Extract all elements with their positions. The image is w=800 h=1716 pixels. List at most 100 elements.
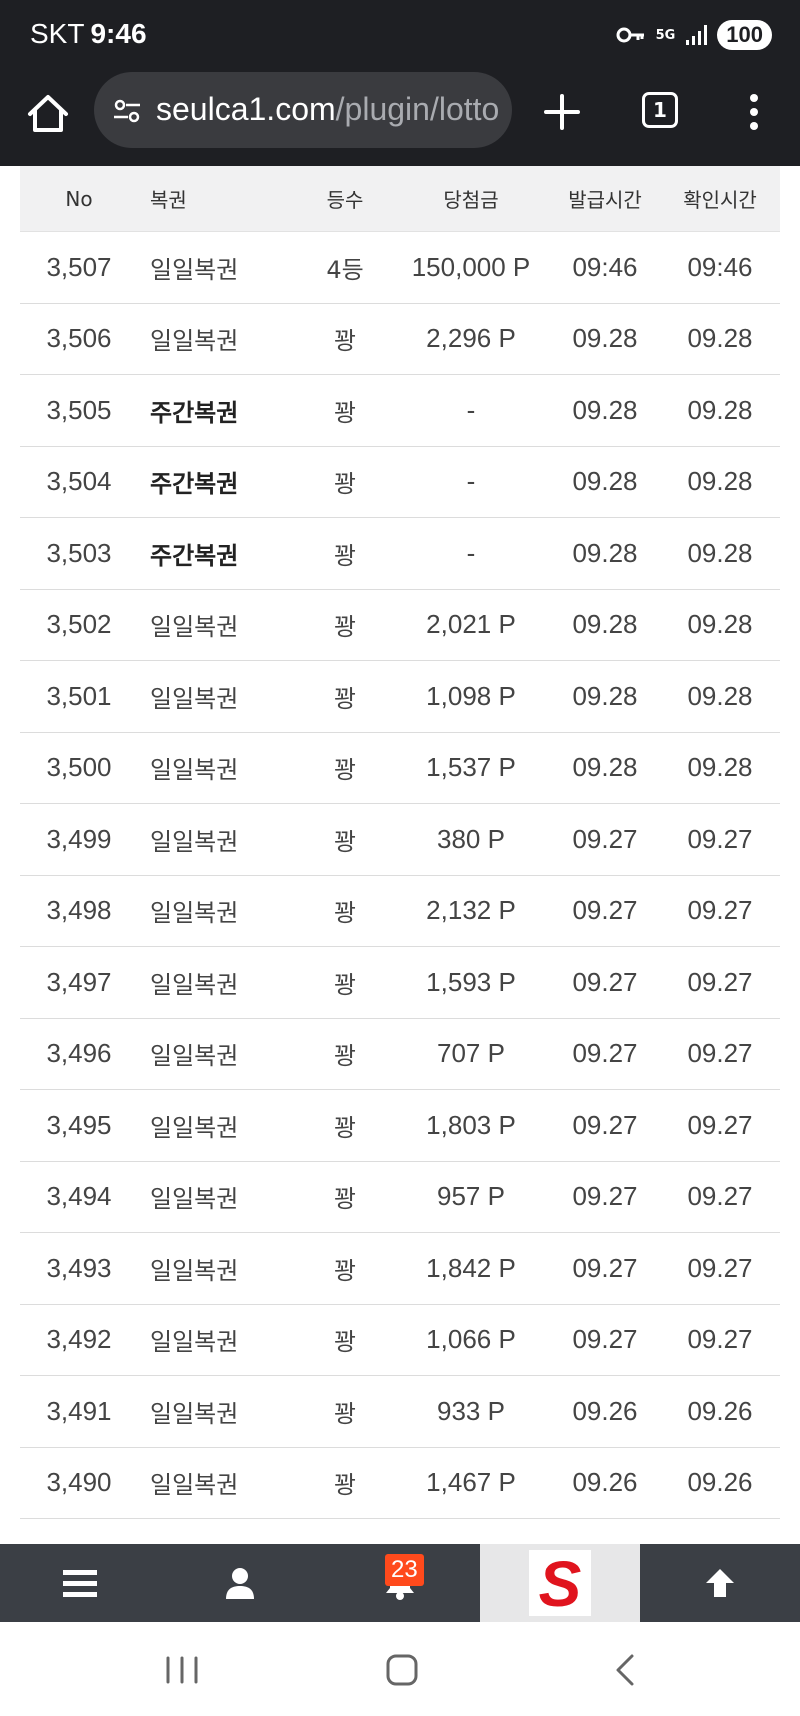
cell-type: 일일복권 — [150, 1328, 239, 1357]
cell-type: 일일복권 — [150, 1399, 239, 1428]
profile-button[interactable] — [160, 1544, 320, 1622]
carrier-label: SKT — [30, 18, 85, 49]
notification-count-badge: 23 — [385, 1554, 424, 1586]
table-row[interactable]: 3,493 일일복권 꽝 1,842 P 09.27 09.27 — [20, 1233, 780, 1305]
scroll-top-button[interactable] — [640, 1544, 800, 1622]
home-button[interactable] — [24, 90, 72, 138]
cell-no: 3,507 — [46, 251, 112, 282]
cell-type: 일일복권 — [150, 1113, 239, 1142]
network-label: 5G — [655, 27, 676, 43]
table-row[interactable]: 3,502 일일복권 꽝 2,021 P 09.28 09.28 — [20, 590, 780, 661]
cell-prize: 2,132 P — [426, 895, 516, 926]
header-issue-time: 발급시간 — [568, 188, 642, 212]
cell-type: 주간복권 — [150, 398, 239, 427]
table-row[interactable]: 3,503 주간복권 꽝 - 09.28 09.28 — [20, 518, 780, 590]
cell-issue-time: 09.28 — [572, 537, 638, 568]
cell-rank: 꽝 — [333, 684, 357, 713]
new-tab-button[interactable] — [538, 88, 586, 136]
cell-check-time: 09.26 — [687, 1467, 753, 1498]
cell-no: 3,492 — [46, 1324, 112, 1355]
table-row[interactable]: 3,492 일일복권 꽝 1,066 P 09.27 09.27 — [20, 1305, 780, 1376]
cell-rank: 꽝 — [333, 1328, 357, 1357]
cell-no: 3,493 — [46, 1252, 112, 1283]
back-nav-button[interactable] — [602, 1648, 650, 1692]
table-row[interactable]: 3,496 일일복권 꽝 707 P 09.27 09.27 — [20, 1019, 780, 1090]
cell-no: 3,505 — [46, 394, 112, 425]
cell-issue-time: 09.27 — [572, 1252, 638, 1283]
site-settings-icon[interactable] — [112, 96, 142, 126]
table-row[interactable]: 3,497 일일복권 꽝 1,593 P 09.27 09.27 — [20, 947, 780, 1019]
cell-check-time: 09.27 — [687, 966, 753, 997]
home-nav-button[interactable] — [378, 1648, 426, 1692]
table-row[interactable]: 3,506 일일복권 꽝 2,296 P 09.28 09.28 — [20, 304, 780, 375]
clock: 9:46 — [90, 18, 147, 49]
table-body: 3,507 일일복권 4등 150,000 P 09:46 09:46 3,506 일일복권 꽝… — [20, 232, 780, 1544]
address-bar[interactable]: seulca1.com/plugin/lotto — [94, 72, 512, 148]
browser-menu-button[interactable] — [744, 88, 764, 136]
cell-check-time: 09.28 — [687, 466, 753, 497]
table-row[interactable]: 3,489일일복권꽝491 P09.2609.26 — [20, 1519, 780, 1544]
cell-check-time: 09.28 — [687, 752, 753, 783]
cell-prize: 707 P — [437, 1038, 505, 1069]
cell-rank: 꽝 — [333, 398, 357, 427]
cell-check-time: 09.27 — [687, 1109, 753, 1140]
cell-no: 3,497 — [46, 966, 112, 997]
cell-issue-time: 09.28 — [572, 609, 638, 640]
cell-prize: 1,842 P — [426, 1252, 516, 1283]
table-row[interactable]: 3,504 주간복권 꽝 - 09.28 09.28 — [20, 447, 780, 518]
cell-no: 3,491 — [46, 1395, 112, 1426]
cell-no: 3,501 — [46, 680, 112, 711]
cell-issue-time: 09.27 — [572, 1109, 638, 1140]
cell-type: 일일복권 — [150, 255, 239, 284]
site-logo-button[interactable]: S — [480, 1544, 640, 1622]
network-5g-icon: 5G — [656, 29, 676, 42]
cell-rank: 꽝 — [333, 1185, 357, 1214]
menu-button[interactable] — [0, 1544, 160, 1622]
cell-issue-time: 09.28 — [572, 752, 638, 783]
cell-rank: 꽝 — [333, 756, 357, 785]
cell-check-time: 09.28 — [687, 609, 753, 640]
user-icon — [226, 1568, 254, 1599]
arrow-up-icon — [706, 1569, 734, 1597]
cell-prize: 1,467 P — [426, 1467, 516, 1498]
table-row[interactable]: 3,494 일일복권 꽝 957 P 09.27 09.27 — [20, 1162, 780, 1233]
table-row[interactable]: 3,501 일일복권 꽝 1,098 P 09.28 09.28 — [20, 661, 780, 733]
cell-issue-time: 09:46 — [572, 251, 638, 282]
cell-issue-time: 09.26 — [572, 1467, 638, 1498]
recent-apps-button[interactable] — [158, 1648, 206, 1692]
cell-prize: 1,537 P — [426, 752, 516, 783]
cell-type: 일일복권 — [150, 684, 239, 713]
table-row[interactable]: 3,505 주간복권 꽝 - 09.28 09.28 — [20, 375, 780, 447]
cell-type: 일일복권 — [150, 827, 239, 856]
cell-no: 3,495 — [46, 1109, 112, 1140]
table-row[interactable]: 3,495 일일복권 꽝 1,803 P 09.27 09.27 — [20, 1090, 780, 1162]
cell-type: 일일복권 — [150, 970, 239, 999]
cell-issue-time: 09.27 — [572, 1038, 638, 1069]
cell-prize: 380 P — [437, 823, 505, 854]
cell-type: 주간복권 — [150, 470, 239, 499]
table-row[interactable]: 3,507 일일복권 4등 150,000 P 09:46 09:46 — [20, 232, 780, 304]
cell-prize: 1,098 P — [426, 680, 516, 711]
cell-no: 3,494 — [46, 1181, 112, 1212]
cell-check-time: 09.26 — [687, 1395, 753, 1426]
table-row[interactable]: 3,500 일일복권 꽝 1,537 P 09.28 09.28 — [20, 733, 780, 804]
cell-issue-time: 09.28 — [572, 466, 638, 497]
home-icon — [28, 95, 68, 132]
cell-type: 일일복권 — [150, 1185, 239, 1214]
table-row[interactable]: 3,498 일일복권 꽝 2,132 P 09.27 09.27 — [20, 876, 780, 947]
table-row[interactable]: 3,499 일일복권 꽝 380 P 09.27 09.27 — [20, 804, 780, 876]
cell-type: 일일복권 — [150, 756, 239, 785]
carrier-and-time: SKT 9:46 — [30, 18, 147, 50]
cell-no: 3,496 — [46, 1038, 112, 1069]
tab-switcher-button[interactable]: 1 — [642, 92, 678, 128]
table-row[interactable]: 3,490 일일복권 꽝 1,467 P 09.26 09.26 — [20, 1448, 780, 1519]
browser-toolbar: seulca1.com/plugin/lotto 1 — [0, 70, 800, 166]
cell-type: 일일복권 — [150, 327, 239, 356]
menu-icon — [63, 1570, 97, 1597]
cell-type: 일일복권 — [150, 1256, 239, 1285]
cell-type: 주간복권 — [150, 541, 239, 570]
cell-issue-time: 09.27 — [572, 1324, 638, 1355]
table-row[interactable]: 3,491 일일복권 꽝 933 P 09.26 09.26 — [20, 1376, 780, 1448]
lotto-history-table[interactable]: No 복권 등수 당첨금 발급시간 확인시간 3,507 일일복권 4등 150,00… — [20, 166, 780, 1544]
cell-check-time: 09.27 — [687, 1252, 753, 1283]
